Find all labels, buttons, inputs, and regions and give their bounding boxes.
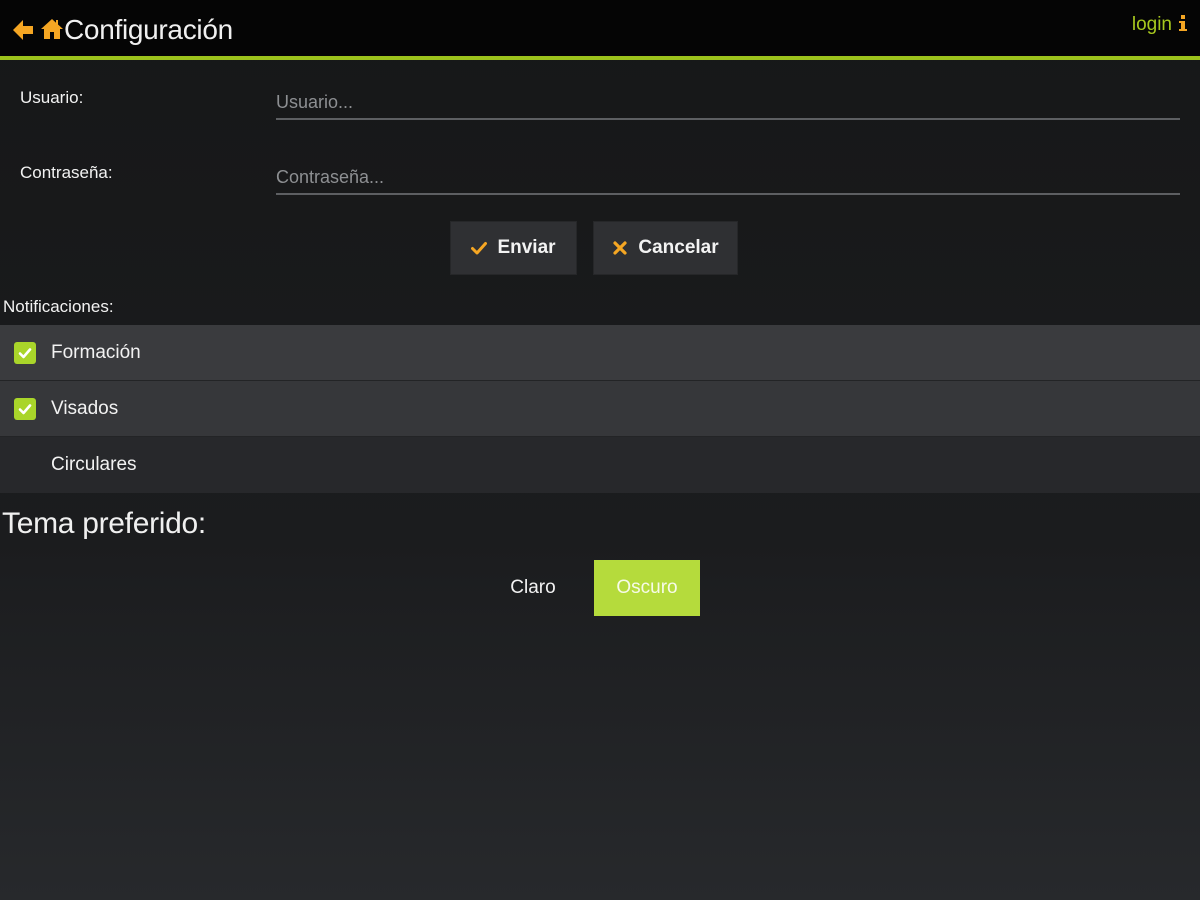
check-icon — [18, 347, 32, 358]
notification-item-visados[interactable]: Visados — [0, 381, 1200, 437]
checkbox-checked[interactable] — [14, 341, 36, 364]
check-icon — [471, 242, 488, 255]
checkbox-checked[interactable] — [14, 397, 36, 420]
usuario-input[interactable] — [276, 86, 1180, 120]
notifications-list: Formación Visados Circulares — [0, 325, 1200, 493]
home-icon[interactable] — [40, 17, 64, 41]
enviar-button[interactable]: Enviar — [450, 221, 577, 275]
theme-oscuro-button[interactable]: Oscuro — [594, 560, 700, 616]
arrow-left-icon[interactable] — [10, 17, 36, 43]
cancelar-label: Cancelar — [638, 237, 719, 258]
info-icon — [1179, 15, 1187, 31]
password-input[interactable] — [276, 161, 1180, 195]
theme-claro-button[interactable]: Claro — [490, 560, 576, 616]
notification-item-formacion[interactable]: Formación — [0, 325, 1200, 381]
notification-label: Formación — [51, 341, 141, 363]
check-icon — [18, 403, 32, 414]
close-icon — [613, 241, 627, 255]
notification-label: Circulares — [51, 454, 137, 475]
notification-item-circulares[interactable]: Circulares — [0, 437, 1200, 493]
checkbox-unchecked[interactable] — [14, 454, 36, 476]
enviar-label: Enviar — [497, 237, 556, 258]
notification-label: Visados — [51, 397, 119, 419]
page-title: Configuración — [64, 14, 233, 45]
app-header: Configuración login — [0, 0, 1200, 60]
login-label: login — [1131, 14, 1172, 35]
password-label: Contraseña: — [20, 163, 113, 182]
usuario-label: Usuario: — [20, 88, 84, 107]
notifications-label: Notificaciones: — [3, 297, 114, 316]
login-link[interactable]: login — [1132, 14, 1188, 36]
theme-title: Tema preferido: — [2, 507, 206, 540]
cancelar-button[interactable]: Cancelar — [593, 221, 738, 275]
